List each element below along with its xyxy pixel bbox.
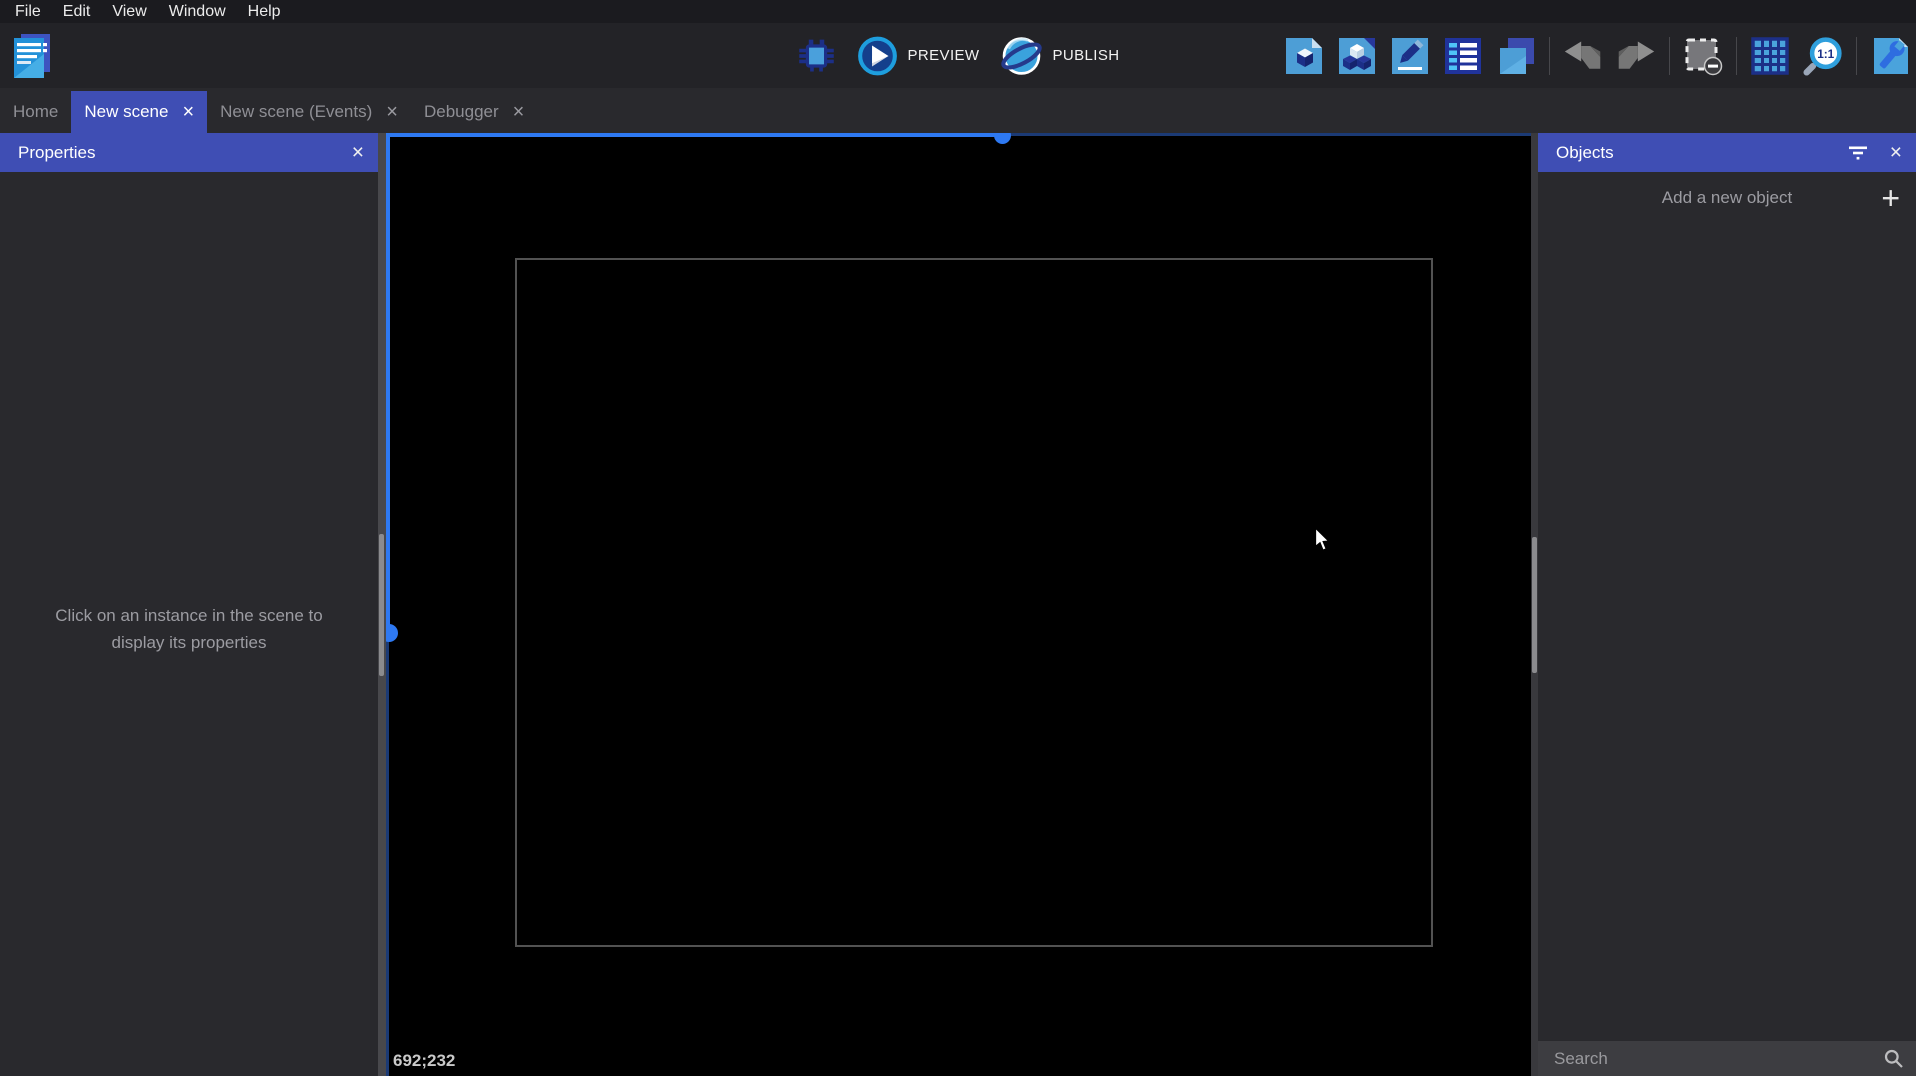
properties-panel-title: Properties: [18, 142, 96, 162]
menu-edit[interactable]: Edit: [52, 0, 102, 23]
add-object-label: Add a new object: [1661, 188, 1793, 207]
objects-search-bar: [1538, 1041, 1916, 1076]
properties-empty-text: Click on an instance in the scene to dis…: [55, 606, 323, 652]
menu-window[interactable]: Window: [158, 0, 237, 23]
canvas-top-selection-line: [386, 133, 1003, 137]
canvas-left-selection-line-dark: [386, 633, 389, 1076]
toolbar-separator: [1736, 36, 1737, 75]
tab-new-scene-events[interactable]: New scene (Events) ×: [207, 91, 411, 133]
grid-icon[interactable]: [1750, 36, 1790, 76]
layers-editor-icon[interactable]: [1496, 36, 1536, 76]
close-properties-icon[interactable]: ×: [352, 142, 364, 163]
tab-label: New scene (Events): [220, 102, 373, 121]
filter-icon[interactable]: [1848, 145, 1868, 161]
object-groups-editor-icon[interactable]: [1337, 36, 1377, 76]
scene-window-frame: [515, 258, 1433, 947]
properties-panel-header: Properties ×: [0, 133, 378, 172]
add-object-row[interactable]: Add a new object +: [1538, 174, 1916, 222]
play-icon: [858, 36, 897, 75]
toolbar-separator: [1669, 36, 1670, 75]
canvas-vertical-scrollbar[interactable]: [1531, 133, 1538, 1076]
panel-resize-handle-left[interactable]: [378, 133, 386, 1076]
zoom-1-1-icon[interactable]: 1:1: [1803, 36, 1843, 76]
objects-panel-header: Objects ×: [1538, 133, 1916, 172]
tab-bar: Home New scene × New scene (Events) × De…: [0, 88, 1916, 133]
main-area: Properties × Click on an instance in the…: [0, 133, 1916, 1076]
objects-panel: Objects × Add a new object +: [1538, 133, 1916, 1076]
publish-globe-icon: [1001, 36, 1042, 75]
publish-label: PUBLISH: [1052, 47, 1120, 64]
clear-selection-icon[interactable]: [1683, 36, 1723, 76]
canvas-left-selection-line: [386, 133, 390, 633]
menu-view[interactable]: View: [101, 0, 157, 23]
canvas-top-selection-line-dark: [1003, 133, 1531, 136]
tab-label: Home: [13, 102, 59, 121]
toolbar-right-group: 1:1: [1284, 23, 1910, 88]
close-tab-icon[interactable]: ×: [182, 102, 194, 122]
menu-file[interactable]: File: [4, 0, 52, 23]
toolbar-separator: [1856, 36, 1857, 75]
toolbar: PREVIEW PUBLISH 1:1: [0, 23, 1916, 88]
close-tab-icon[interactable]: ×: [386, 102, 398, 122]
cursor-coordinates: 692;232: [393, 1051, 456, 1070]
tab-home[interactable]: Home: [0, 91, 71, 133]
drag-handle-dot-top[interactable]: [994, 133, 1011, 144]
add-object-plus-icon[interactable]: +: [1881, 182, 1900, 214]
scene-settings-icon[interactable]: [1870, 36, 1910, 76]
properties-empty-state: Click on an instance in the scene to dis…: [0, 172, 378, 656]
debugger-bug-icon[interactable]: [797, 36, 837, 76]
objects-search-input[interactable]: [1554, 1048, 1883, 1069]
objects-list-empty-area: [1538, 222, 1916, 1041]
drag-handle-dot-left[interactable]: [386, 624, 398, 642]
tab-label: New scene: [84, 102, 169, 121]
publish-button[interactable]: PUBLISH: [999, 34, 1119, 78]
project-manager-icon[interactable]: [10, 32, 54, 80]
tab-label: Debugger: [423, 102, 499, 121]
tab-new-scene[interactable]: New scene ×: [71, 91, 208, 133]
preview-button[interactable]: PREVIEW: [857, 35, 980, 77]
scrollbar-thumb[interactable]: [1532, 537, 1537, 673]
toolbar-separator: [1549, 36, 1550, 75]
svg-text:1:1: 1:1: [1817, 46, 1834, 60]
tab-debugger[interactable]: Debugger ×: [411, 91, 537, 133]
menu-help[interactable]: Help: [237, 0, 292, 23]
toolbar-center-group: PREVIEW PUBLISH: [797, 23, 1120, 88]
search-icon[interactable]: [1883, 1048, 1904, 1069]
properties-panel-icon[interactable]: [1390, 36, 1430, 76]
objects-panel-title: Objects: [1556, 142, 1614, 162]
close-tab-icon[interactable]: ×: [513, 102, 525, 122]
redo-icon[interactable]: [1616, 36, 1656, 76]
scene-editor-canvas[interactable]: 692;232: [386, 133, 1531, 1076]
objects-editor-icon[interactable]: [1284, 36, 1324, 76]
mouse-cursor: [1314, 526, 1332, 558]
preview-label: PREVIEW: [907, 47, 980, 64]
menu-bar: File Edit View Window Help: [0, 0, 1916, 23]
close-objects-icon[interactable]: ×: [1890, 142, 1902, 163]
properties-panel: Properties × Click on an instance in the…: [0, 133, 378, 1076]
instances-list-icon[interactable]: [1443, 36, 1483, 76]
scrollbar-thumb[interactable]: [379, 534, 384, 676]
undo-icon[interactable]: [1563, 36, 1603, 76]
